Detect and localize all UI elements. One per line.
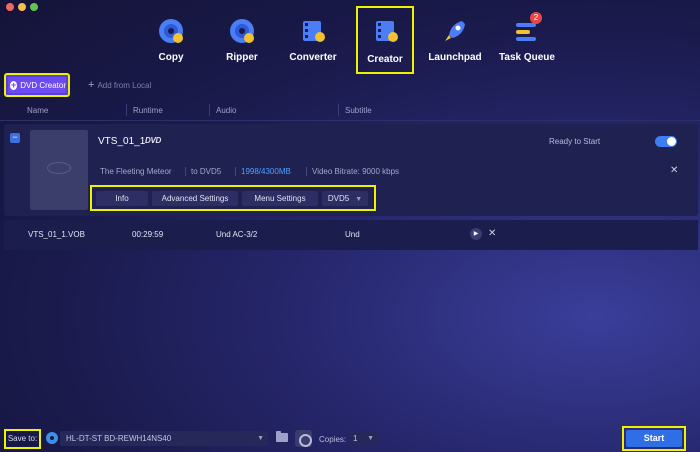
meta-divider bbox=[306, 167, 307, 176]
track-runtime: 00:29:59 bbox=[132, 230, 164, 239]
tab-creator[interactable]: Creator bbox=[356, 6, 414, 74]
toggle-knob bbox=[667, 137, 676, 146]
info-button[interactable]: Info bbox=[96, 191, 148, 206]
folder-icon[interactable] bbox=[276, 431, 288, 442]
tab-launchpad[interactable]: Launchpad bbox=[416, 14, 494, 74]
ripper-disc-icon bbox=[230, 19, 254, 43]
add-from-local-button[interactable]: + Add from Local bbox=[88, 79, 151, 91]
column-runtime: Runtime bbox=[133, 106, 163, 115]
copies-label: Copies: bbox=[319, 435, 347, 444]
tab-copy[interactable]: Copy bbox=[132, 14, 210, 74]
copies-select[interactable]: 1 ▼ bbox=[349, 431, 377, 446]
output-drive-value: HL-DT-ST BD-REWH14NS40 bbox=[66, 434, 172, 443]
copy-disc-icon bbox=[159, 19, 183, 43]
remove-track-icon[interactable]: ✕ bbox=[488, 228, 496, 239]
track-file: VTS_01_1.VOB bbox=[28, 230, 85, 239]
dvd-format-logo: DVD bbox=[145, 136, 161, 145]
converter-film-icon bbox=[303, 21, 325, 42]
video-bitrate: Video Bitrate: 9000 kbps bbox=[312, 167, 400, 176]
tab-creator-label: Creator bbox=[367, 54, 403, 65]
tab-task-queue[interactable]: 2 Task Queue bbox=[488, 12, 566, 74]
dvd-creator-mode-button[interactable]: + DVD Creator bbox=[4, 73, 70, 97]
title-name: VTS_01_1 bbox=[98, 136, 146, 147]
footer-bar: Save to: HL-DT-ST BD-REWH14NS40 ▼ Copies… bbox=[0, 426, 700, 452]
enable-toggle[interactable] bbox=[655, 136, 677, 147]
chevron-down-icon: ▼ bbox=[367, 435, 374, 442]
meta-divider bbox=[185, 167, 186, 176]
start-button[interactable]: Start bbox=[626, 430, 682, 447]
disc-drive-icon bbox=[46, 432, 58, 444]
disc-type-select[interactable]: DVD5 ▼ bbox=[322, 191, 368, 206]
tab-converter-label: Converter bbox=[289, 52, 337, 63]
chevron-down-icon: ▼ bbox=[355, 196, 363, 203]
title-thumbnail bbox=[30, 130, 88, 210]
burn-disc-icon[interactable] bbox=[295, 430, 312, 447]
tab-ripper[interactable]: Ripper bbox=[203, 14, 281, 74]
task-queue-badge: 2 bbox=[530, 12, 542, 24]
launchpad-rocket-icon bbox=[445, 21, 465, 41]
column-header-row: Name Runtime Audio Subtitle bbox=[0, 99, 700, 121]
collapse-button[interactable]: − bbox=[10, 133, 20, 143]
meta-divider bbox=[235, 167, 236, 176]
advanced-settings-button[interactable]: Advanced Settings bbox=[152, 191, 238, 206]
tab-launchpad-label: Launchpad bbox=[428, 52, 482, 63]
status-text: Ready to Start bbox=[549, 137, 601, 146]
title-settings-group: Info Advanced Settings Menu Settings DVD… bbox=[90, 185, 376, 211]
main-toolbar: Copy Ripper Converter Creator Launchpad bbox=[0, 6, 700, 74]
column-divider bbox=[126, 104, 127, 116]
column-divider bbox=[338, 104, 339, 116]
track-audio[interactable]: Und AC-3/2 bbox=[216, 230, 257, 239]
size-readout: 1998/4300MB bbox=[241, 167, 291, 176]
track-subtitle[interactable]: Und bbox=[345, 230, 360, 239]
dvd-creator-mode-label: DVD Creator bbox=[20, 80, 66, 90]
tab-converter[interactable]: Converter bbox=[274, 14, 352, 74]
menu-name: The Fleeting Meteor bbox=[100, 167, 172, 176]
start-button-highlight: Start bbox=[622, 426, 686, 451]
disc-type-value: DVD5 bbox=[327, 194, 350, 203]
target-disc: to DVD5 bbox=[191, 167, 222, 176]
tab-copy-label: Copy bbox=[158, 52, 184, 63]
disc-placeholder-icon bbox=[47, 162, 71, 174]
tab-task-queue-label: Task Queue bbox=[499, 52, 555, 63]
title-item-panel: − VTS_01_1 DVD Ready to Start The Fleeti… bbox=[4, 124, 698, 216]
column-subtitle: Subtitle bbox=[345, 106, 372, 115]
output-drive-select[interactable]: HL-DT-ST BD-REWH14NS40 ▼ bbox=[60, 431, 268, 446]
play-icon[interactable]: ▶ bbox=[470, 228, 482, 240]
column-divider bbox=[209, 104, 210, 116]
chevron-down-icon: ▼ bbox=[257, 435, 264, 442]
track-row[interactable]: VTS_01_1.VOB 00:29:59 Und AC-3/2 Und ▶ ✕ bbox=[4, 220, 698, 250]
plus-icon: + bbox=[10, 79, 18, 90]
copies-value: 1 bbox=[353, 434, 358, 443]
column-audio: Audio bbox=[216, 106, 237, 115]
add-from-local-label: Add from Local bbox=[97, 81, 152, 90]
add-icon: + bbox=[88, 79, 95, 91]
menu-settings-button[interactable]: Menu Settings bbox=[242, 191, 318, 206]
creator-film-icon bbox=[376, 21, 398, 42]
remove-title-icon[interactable]: ✕ bbox=[670, 165, 678, 176]
save-to-label: Save to: bbox=[4, 429, 41, 449]
column-name: Name bbox=[27, 106, 49, 115]
tab-ripper-label: Ripper bbox=[226, 52, 258, 63]
